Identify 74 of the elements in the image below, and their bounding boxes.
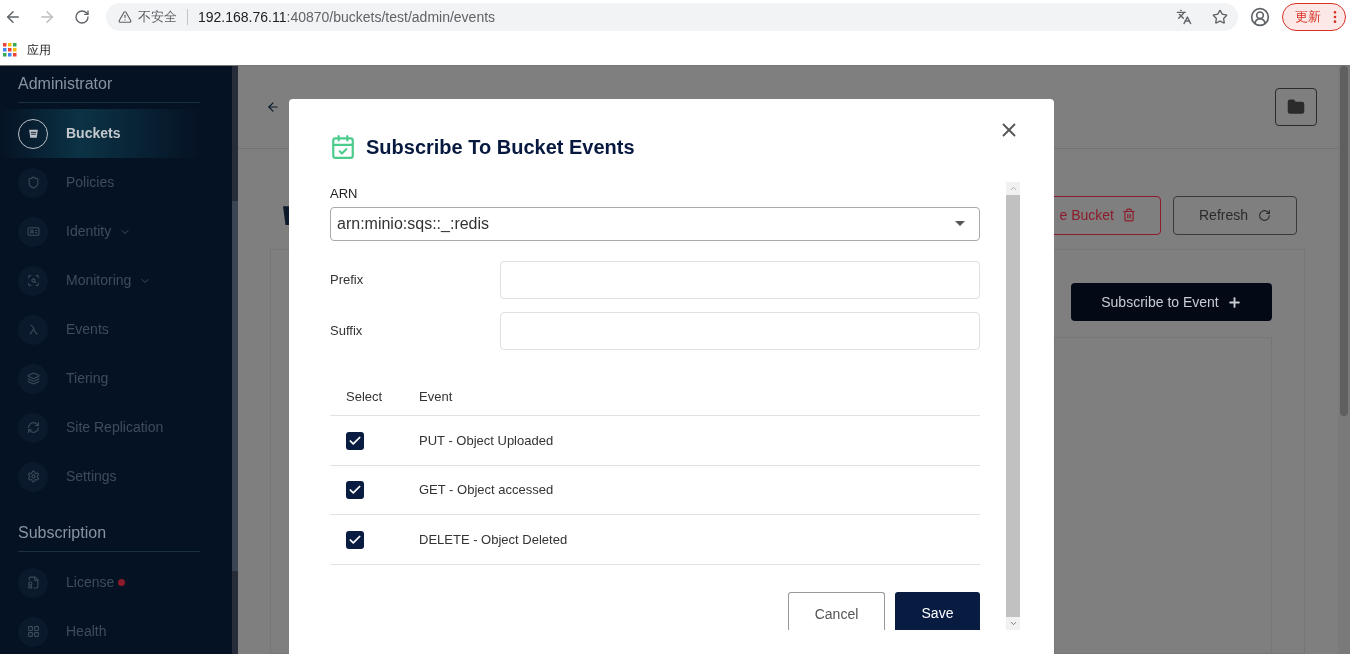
- sidebar-label: Policies: [66, 173, 115, 192]
- sidebar-label: Buckets: [66, 124, 121, 143]
- settings-icon: [26, 470, 40, 483]
- folder-icon: [1287, 98, 1305, 116]
- scrollbar-thumb[interactable]: [232, 201, 238, 571]
- refresh-icon: [1258, 208, 1271, 222]
- trash-icon: [1122, 208, 1136, 222]
- text-field[interactable]: [500, 261, 980, 300]
- scrollbar-thumb[interactable]: [1340, 66, 1348, 416]
- scrollbar-thumb[interactable]: [1006, 195, 1020, 617]
- security-label: 不安全: [138, 8, 177, 27]
- field-label: Prefix: [330, 271, 365, 290]
- checkbox[interactable]: [346, 481, 364, 500]
- save-button[interactable]: Save: [895, 592, 980, 630]
- event-name: DELETE - Object Deleted: [419, 531, 568, 549]
- plus-icon: [1226, 294, 1242, 310]
- sidebar-label: Monitoring: [66, 271, 132, 290]
- license-icon: [26, 576, 40, 589]
- id-card-icon: [26, 225, 40, 238]
- back-icon[interactable]: [4, 8, 22, 26]
- sidebar-label: Health: [66, 622, 107, 641]
- update-button[interactable]: 更新: [1282, 3, 1346, 31]
- sidebar-label: License: [66, 573, 115, 592]
- sidebar-label: Site Replication: [66, 418, 164, 437]
- sidebar-item[interactable]: Events: [0, 305, 200, 354]
- arn-value: arn:minio:sqs::_:redis: [337, 213, 490, 234]
- profile-icon[interactable]: [1250, 7, 1270, 27]
- magnifier-icon: [26, 274, 40, 287]
- warning-icon: [118, 10, 132, 24]
- column-header: Select: [345, 387, 384, 406]
- checkbox[interactable]: [346, 530, 364, 549]
- sync-icon: [26, 421, 40, 434]
- text-field[interactable]: [500, 312, 980, 351]
- scroll-down-icon[interactable]: [1008, 619, 1018, 628]
- bookmark-star-icon[interactable]: [1212, 9, 1228, 25]
- translate-icon[interactable]: [1176, 9, 1192, 25]
- url-path: :40870/buckets/test/admin/events: [286, 7, 496, 27]
- apps-grid-icon: [3, 42, 17, 57]
- sidebar-item[interactable]: Identity: [0, 207, 200, 256]
- checkbox[interactable]: [346, 431, 364, 450]
- arn-select[interactable]: arn:minio:sqs::_:redis: [330, 206, 980, 242]
- sidebar-item[interactable]: Health: [0, 607, 200, 654]
- event-name: PUT - Object Uploaded: [419, 431, 554, 450]
- subscribe-button[interactable]: Subscribe to Event: [1071, 283, 1272, 321]
- event-name: GET - Object accessed: [419, 481, 554, 500]
- bucket-icon: [26, 127, 40, 140]
- sidebar-label: Tiering: [66, 369, 109, 388]
- sidebar-item[interactable]: Policies: [0, 158, 200, 207]
- sidebar-item[interactable]: Settings: [0, 452, 200, 501]
- field-label: Suffix: [330, 322, 364, 341]
- refresh-button[interactable]: Refresh: [1173, 195, 1297, 235]
- arn-label: ARN: [330, 185, 359, 203]
- grid-icon: [26, 625, 40, 638]
- sidebar-heading: Subscription: [18, 521, 200, 552]
- column-header: Event: [418, 387, 453, 406]
- sidebar-item[interactable]: Site Replication: [0, 403, 200, 452]
- sidebar-label: Settings: [66, 467, 117, 486]
- dropdown-caret-icon: [955, 221, 965, 227]
- calendar-check-icon: [330, 134, 356, 160]
- sidebar-item[interactable]: Monitoring: [0, 256, 200, 305]
- sidebar-label: Events: [66, 320, 109, 339]
- sidebar-heading: Administrator: [18, 72, 200, 103]
- dialog-title: Subscribe To Bucket Events: [366, 135, 635, 160]
- shield-icon: [26, 176, 40, 189]
- reload-icon[interactable]: [74, 9, 90, 25]
- sidebar-item[interactable]: Tiering: [0, 354, 200, 403]
- url-host: 192.168.76.11: [198, 7, 287, 27]
- bookmark-link[interactable]: 应用: [27, 40, 51, 59]
- cancel-button[interactable]: Cancel: [788, 592, 885, 630]
- sidebar-item[interactable]: License: [0, 558, 200, 607]
- folder-button[interactable]: [1275, 88, 1317, 126]
- sidebar-label: Identity: [66, 222, 112, 241]
- layers-icon: [26, 372, 40, 385]
- address-bar[interactable]: 不安全 192.168.76.11:40870/buckets/test/admin/events: [106, 3, 1238, 31]
